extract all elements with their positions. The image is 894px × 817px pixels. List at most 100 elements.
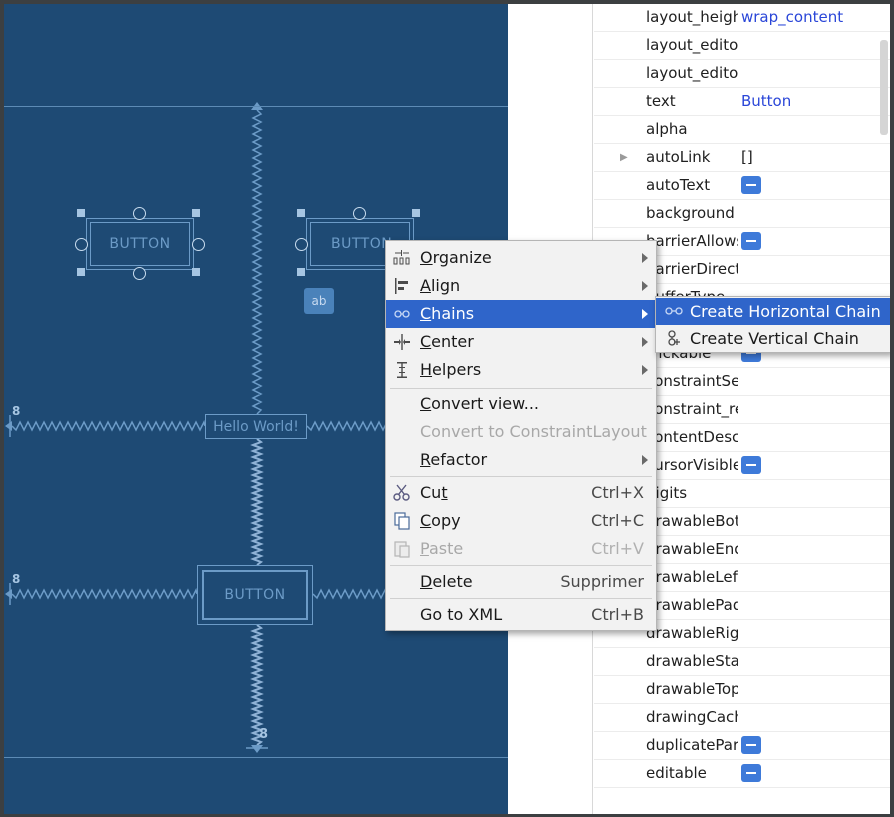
attribute-name: layout_height [646, 8, 738, 26]
attribute-name: drawableLeft [646, 568, 738, 586]
menu-item-paste[interactable]: Paste Ctrl+V [386, 535, 656, 563]
helpers-icon [392, 361, 412, 379]
attribute-value[interactable]: [] [741, 148, 753, 166]
attribute-name: autoText [646, 176, 711, 194]
attributes-scrollbar[interactable] [880, 40, 888, 135]
attribute-name: duplicateParentState [646, 736, 738, 754]
attribute-name: alpha [646, 120, 688, 138]
attribute-row[interactable]: layout_editor_absoluteY [594, 60, 890, 88]
menu-item-align[interactable]: Align [386, 272, 656, 300]
hello-world-textview[interactable]: Hello World! [205, 414, 307, 439]
boolean-toggle-button[interactable] [741, 232, 761, 250]
boolean-toggle-button[interactable] [741, 176, 761, 194]
attribute-name: cursorVisible [646, 456, 738, 474]
attribute-row[interactable]: duplicateParentState [594, 732, 890, 760]
attribute-name: autoLink [646, 148, 711, 166]
attribute-row[interactable]: text Button [594, 88, 890, 116]
attribute-row[interactable]: ▶ autoLink [] [594, 144, 890, 172]
resize-handle[interactable] [192, 209, 200, 217]
attribute-row[interactable]: drawableStart [594, 648, 890, 676]
menu-item-shortcut: Ctrl+V [591, 539, 644, 558]
margin-left-mid: 8 [12, 404, 21, 418]
attribute-row[interactable]: editable [594, 760, 890, 788]
menu-item-label: Center [420, 332, 474, 351]
menu-separator [390, 565, 652, 566]
attribute-name: barrierAllowsGoneWidgets [646, 232, 738, 250]
paste-icon [392, 540, 412, 558]
menu-item-label: Create Horizontal Chain [690, 302, 881, 321]
submenu-arrow-icon [642, 337, 648, 347]
menu-item-label: Delete [420, 572, 473, 591]
anchor-handle[interactable] [75, 238, 88, 251]
menu-item-chains[interactable]: Chains [386, 300, 656, 328]
attribute-name: constraint_referenced_ids [646, 400, 738, 418]
attribute-name: drawablePadding [646, 596, 738, 614]
copy-icon [392, 512, 412, 530]
menu-item-cut[interactable]: Cut Ctrl+X [386, 479, 656, 507]
anchor-handle[interactable] [192, 238, 205, 251]
anchor-handle[interactable] [353, 207, 366, 220]
resize-handle[interactable] [297, 209, 305, 217]
menu-item-go-to-xml[interactable]: Go to XML Ctrl+B [386, 601, 656, 629]
attribute-name: layout_editor_absoluteY [646, 64, 738, 82]
menu-item-label: Paste [420, 539, 464, 558]
menu-item-organize[interactable]: Organize [386, 244, 656, 272]
context-menu: Organize Align Chains Center Helpers Con… [385, 240, 657, 631]
button-bottom[interactable]: BUTTON [197, 565, 313, 625]
attribute-name: drawableTop [646, 680, 738, 698]
attribute-row[interactable]: background [594, 200, 890, 228]
menu-item-label: Chains [420, 304, 475, 323]
margin-left-bottom: 8 [12, 572, 21, 586]
anchor-handle[interactable] [295, 238, 308, 251]
window-frame [0, 0, 4, 817]
resize-handle[interactable] [77, 268, 85, 276]
boolean-toggle-button[interactable] [741, 764, 761, 782]
attribute-name: digits [646, 484, 688, 502]
menu-item-create-vertical-chain[interactable]: Create Vertical Chain [656, 325, 891, 352]
attribute-row[interactable]: autoText [594, 172, 890, 200]
attribute-value[interactable]: Button [741, 92, 791, 110]
anchor-handle[interactable] [133, 207, 146, 220]
resize-handle[interactable] [77, 209, 85, 217]
button-bottom-label: BUTTON [202, 570, 308, 620]
menu-item-create-horizontal-chain[interactable]: Create Horizontal Chain [656, 298, 891, 325]
menu-item-shortcut: Supprimer [560, 572, 644, 591]
attribute-row[interactable]: drawableTop [594, 676, 890, 704]
expand-arrow-icon[interactable]: ▶ [620, 152, 628, 163]
attribute-row[interactable]: drawingCacheQuality [594, 704, 890, 732]
menu-separator [390, 598, 652, 599]
attribute-name: barrierDirection [646, 260, 738, 278]
organize-icon [392, 249, 412, 267]
attribute-value[interactable]: wrap_content [741, 8, 843, 26]
menu-item-convert-to-constraintlayout[interactable]: Convert to ConstraintLayout [386, 418, 656, 446]
attribute-row[interactable]: layout_height wrap_content [594, 4, 890, 32]
anchor-handle[interactable] [133, 267, 146, 280]
menu-item-shortcut: Ctrl+B [591, 605, 644, 624]
menu-item-center[interactable]: Center [386, 328, 656, 356]
boolean-toggle-button[interactable] [741, 456, 761, 474]
menu-item-delete[interactable]: Delete Supprimer [386, 568, 656, 596]
menu-item-copy[interactable]: Copy Ctrl+C [386, 507, 656, 535]
menu-item-label: Helpers [420, 360, 482, 379]
vertical-chain-icon [664, 329, 684, 347]
resize-handle[interactable] [412, 209, 420, 217]
submenu-arrow-icon [642, 281, 648, 291]
window-frame [0, 0, 894, 4]
attribute-name: contentDescription [646, 428, 738, 446]
boolean-toggle-button[interactable] [741, 736, 761, 754]
submenu-arrow-icon [642, 365, 648, 375]
attribute-name: drawableRight [646, 624, 738, 642]
menu-item-convert-view[interactable]: Convert view... [386, 390, 656, 418]
menu-item-refactor[interactable]: Refactor [386, 446, 656, 474]
resize-handle[interactable] [192, 268, 200, 276]
attribute-name: drawableEnd [646, 540, 738, 558]
attribute-row[interactable]: layout_editor_absoluteX [594, 32, 890, 60]
chains-submenu: Create Horizontal Chain Create Vertical … [655, 296, 892, 353]
menu-item-helpers[interactable]: Helpers [386, 356, 656, 384]
baseline-badge[interactable]: ab [304, 288, 334, 314]
chains-icon [392, 305, 412, 323]
resize-handle[interactable] [297, 268, 305, 276]
menu-item-label: Create Vertical Chain [690, 329, 859, 348]
margin-bottom: 8 [259, 727, 269, 742]
attribute-row[interactable]: alpha [594, 116, 890, 144]
